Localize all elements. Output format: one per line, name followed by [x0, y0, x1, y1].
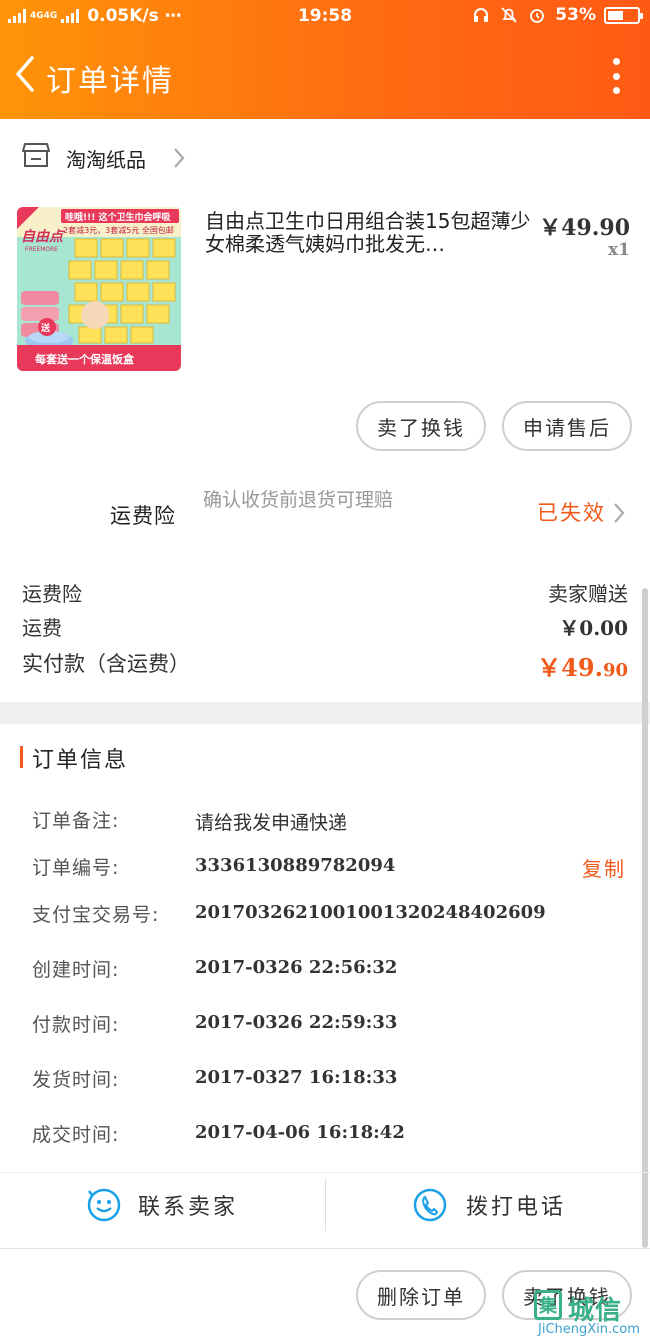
- contact-seller-label: 联系卖家: [138, 1195, 239, 1220]
- svg-text:每套送一个保温饭盒: 每套送一个保温饭盒: [35, 352, 135, 366]
- chevron-right-icon: [172, 146, 186, 170]
- order-info-key: 成交时间:: [32, 1124, 120, 1146]
- phone-icon: [413, 1188, 447, 1222]
- product-title[interactable]: 自由点卫生巾日用组合装15包超薄少女棉柔透气姨妈巾批发无…: [205, 210, 535, 256]
- status-right: 53%: [471, 5, 643, 25]
- svg-text:自由点: 自由点: [21, 228, 65, 245]
- cost-row-total: 实付款（含运费） ￥49.90: [22, 648, 628, 682]
- product-image[interactable]: 哇哦!!! 这个卫生巾会呼吸 2套减3元，3套减5元 全国包邮 自由点 FREE…: [17, 207, 181, 371]
- order-info-value: 2017-04-06 16:18:42: [195, 1122, 405, 1143]
- order-info-value: 2017-0326 22:59:33: [195, 1012, 398, 1033]
- apply-after-sale-button[interactable]: 申请售后: [502, 401, 632, 451]
- battery-percent: 53%: [555, 5, 596, 25]
- cost-insurance-value: 卖家赠送: [548, 582, 628, 606]
- back-button[interactable]: [10, 54, 40, 94]
- watermark-logo: 集: [534, 1290, 562, 1320]
- contact-seller-button[interactable]: 联系卖家: [86, 1173, 238, 1237]
- chevron-right-icon[interactable]: [612, 501, 626, 525]
- svg-text:2套减3元，3套减5元 全国包邮: 2套减3元，3套减5元 全国包邮: [63, 225, 174, 235]
- product-price: ￥49.90: [539, 215, 630, 241]
- delete-order-button[interactable]: 删除订单: [356, 1270, 486, 1320]
- sell-for-cash-button[interactable]: 卖了换钱: [356, 401, 486, 451]
- order-info-key: 订单备注:: [32, 810, 120, 832]
- contact-row: 联系卖家 拨打电话: [0, 1172, 650, 1236]
- cost-total-label: 实付款（含运费）: [22, 652, 190, 676]
- order-info-row: 发货时间: 2017-0327 16:18:33: [32, 1065, 632, 1095]
- call-phone-button[interactable]: 拨打电话: [412, 1173, 566, 1237]
- order-info-row: 订单编号: 3336130889782094 复制: [32, 853, 632, 883]
- shop-name: 淘淘纸品: [66, 148, 146, 172]
- order-info-key: 发货时间:: [32, 1069, 120, 1091]
- order-info-key: 订单编号:: [32, 857, 120, 879]
- insurance-status[interactable]: 已失效: [537, 497, 606, 527]
- cost-shipping-value: ￥0.00: [559, 616, 628, 640]
- app-header: 4G4G 0.05K/s ⋯ 19:58 53% 订单详情: [0, 0, 650, 119]
- order-info-key: 创建时间:: [32, 959, 120, 981]
- status-bar: 4G4G 0.05K/s ⋯ 19:58 53%: [0, 0, 650, 34]
- copy-order-number-button[interactable]: 复制: [582, 853, 626, 882]
- battery-icon: [604, 6, 643, 24]
- page-title: 订单详情: [46, 64, 174, 99]
- order-info-row: 成交时间: 2017-04-06 16:18:42: [32, 1120, 632, 1150]
- product-quantity: x1: [608, 240, 630, 260]
- section-divider: [0, 702, 650, 724]
- back-arrow-icon: [16, 56, 34, 92]
- shipping-insurance-desc: 确认收货前退货可理赔: [203, 489, 394, 511]
- cost-insurance-label: 运费险: [22, 582, 82, 606]
- nav-bar: 订单详情: [0, 40, 650, 110]
- order-info-row: 创建时间: 2017-0326 22:56:32: [32, 955, 632, 985]
- shop-row[interactable]: 淘淘纸品: [0, 132, 650, 182]
- svg-text:哇哦!!! 这个卫生巾会呼吸: 哇哦!!! 这个卫生巾会呼吸: [65, 211, 171, 223]
- chat-face-icon: [87, 1188, 121, 1222]
- cost-shipping-label: 运费: [22, 616, 62, 640]
- scrollbar[interactable]: [642, 588, 648, 1248]
- order-info-value: 请给我发申通快递: [195, 812, 348, 834]
- bottom-divider: [0, 1248, 650, 1249]
- order-info-row: 付款时间: 2017-0326 22:59:33: [32, 1010, 632, 1040]
- svg-text:送: 送: [40, 322, 51, 334]
- order-info-value: 2017-0326 22:56:32: [195, 957, 398, 978]
- call-phone-label: 拨打电话: [466, 1195, 567, 1220]
- contact-divider: [325, 1179, 326, 1231]
- alarm-icon: [527, 5, 547, 25]
- watermark-url: JiChengXin.com: [538, 1322, 640, 1337]
- headphone-icon: [471, 5, 491, 25]
- shipping-insurance-label: 运费险: [110, 504, 176, 528]
- heading-accent-bar: [20, 746, 23, 768]
- mute-bell-icon: [499, 5, 519, 25]
- order-info-row: 支付宝交易号: 2017032621001001320248402609: [32, 900, 632, 930]
- order-info-value: 2017-0327 16:18:33: [195, 1067, 398, 1088]
- more-menu-button[interactable]: [610, 58, 622, 94]
- cost-row-shipping: 运费 ￥0.00: [22, 612, 628, 642]
- order-info-key: 付款时间:: [32, 1014, 120, 1036]
- site-watermark: 集 城信 JiChengXin.com: [530, 1288, 650, 1340]
- order-info-value: 2017032621001001320248402609: [195, 902, 546, 923]
- order-info-key: 支付宝交易号:: [32, 904, 160, 926]
- order-info-row: 订单备注: 请给我发申通快递: [32, 806, 632, 836]
- cost-row-insurance: 运费险 卖家赠送: [22, 578, 628, 608]
- svg-text:FREEMORE: FREEMORE: [25, 246, 58, 253]
- cost-total-value: ￥49.90: [537, 653, 628, 682]
- shop-icon: [22, 142, 50, 168]
- order-info-value: 3336130889782094: [195, 855, 396, 876]
